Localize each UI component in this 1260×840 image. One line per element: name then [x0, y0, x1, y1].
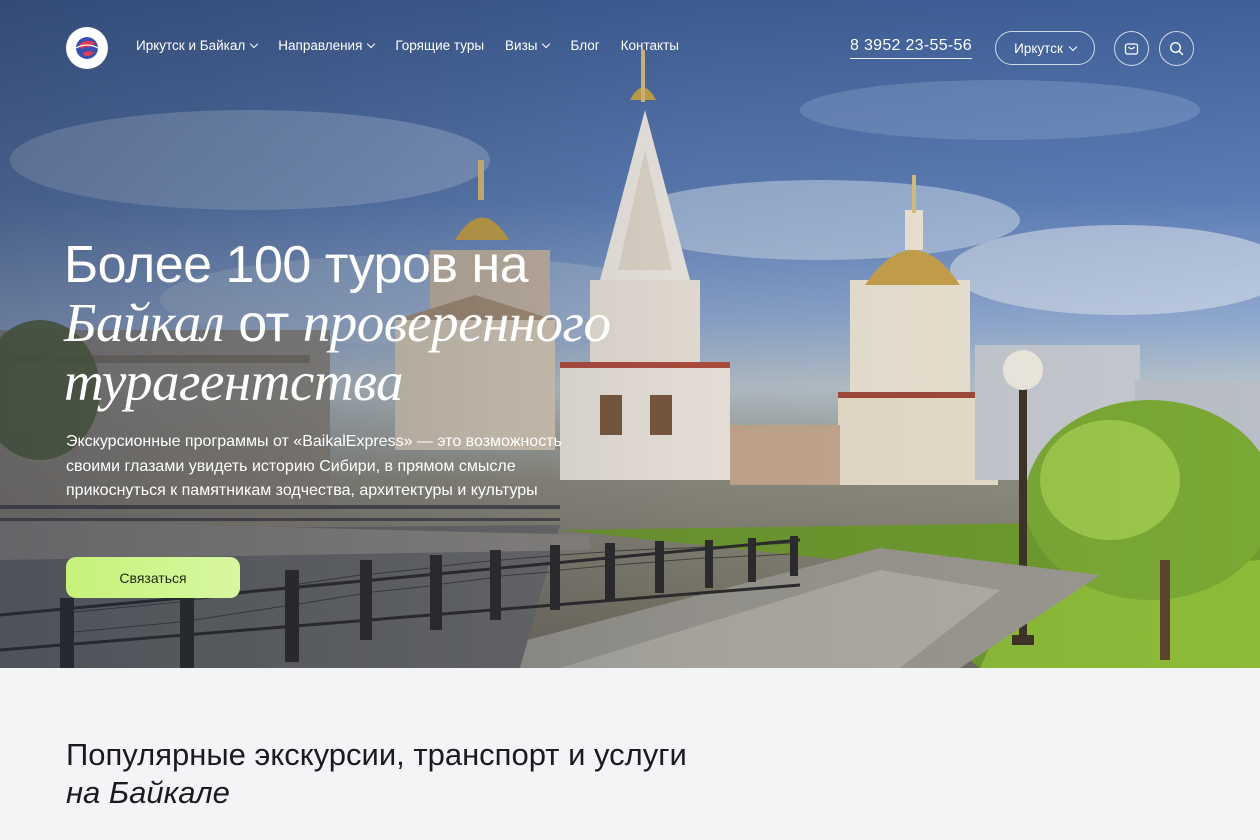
page: Иркутск и Байкал Направления Горящие тур… [0, 0, 1260, 840]
menu-item-hot-tours[interactable]: Горящие туры [395, 38, 484, 53]
menu-item-label: Иркутск и Байкал [136, 38, 246, 53]
hero-headline: Более 100 туров на Байкал от проверенног… [64, 236, 724, 412]
section-title: Популярные экскурсии, транспорт и услуги… [66, 736, 706, 812]
main-menu: Иркутск и Байкал Направления Горящие тур… [136, 38, 679, 53]
menu-item-label: Горящие туры [395, 38, 485, 53]
globe-logo-icon[interactable] [66, 27, 108, 69]
menu-item-directions[interactable]: Направления [278, 38, 376, 53]
hero-description: Экскурсионные программы от «BaikalExpres… [66, 433, 562, 499]
headline-text: от [238, 295, 289, 353]
menu-item-visas[interactable]: Визы [505, 38, 551, 53]
menu-item-irkutsk-baikal[interactable]: Иркутск и Байкал [136, 38, 259, 53]
chevron-down-icon [542, 39, 551, 49]
cart-button[interactable] [1114, 31, 1149, 66]
menu-item-label: Направления [278, 38, 363, 53]
contact-button[interactable]: Связаться [66, 557, 240, 598]
chevron-down-icon [1068, 42, 1078, 51]
chevron-down-icon [367, 39, 376, 49]
headline-italic-baikal: Байкал [64, 292, 225, 353]
menu-item-contacts[interactable]: Контакты [621, 38, 679, 53]
headline-text: Более 100 туров на [64, 236, 529, 294]
hero-banner: Иркутск и Байкал Направления Горящие тур… [0, 0, 1260, 668]
city-selector-label: Иркутск [1014, 40, 1063, 56]
menu-item-label: Контакты [620, 38, 679, 53]
phone-link[interactable]: 8 3952 23-55-56 [850, 37, 972, 59]
top-navigation: Иркутск и Байкал Направления Горящие тур… [0, 0, 1260, 96]
section-title-italic: на Байкале [66, 775, 230, 810]
chevron-down-icon [250, 39, 259, 49]
cart-icon [1124, 42, 1139, 55]
menu-item-blog[interactable]: Блог [570, 38, 599, 53]
menu-item-label: Визы [505, 38, 538, 53]
search-button[interactable] [1159, 31, 1194, 66]
search-icon [1169, 41, 1184, 56]
city-selector[interactable]: Иркутск [995, 31, 1095, 65]
section-title-text: Популярные экскурсии, транспорт и услуги [66, 737, 687, 772]
menu-item-label: Блог [570, 38, 600, 53]
